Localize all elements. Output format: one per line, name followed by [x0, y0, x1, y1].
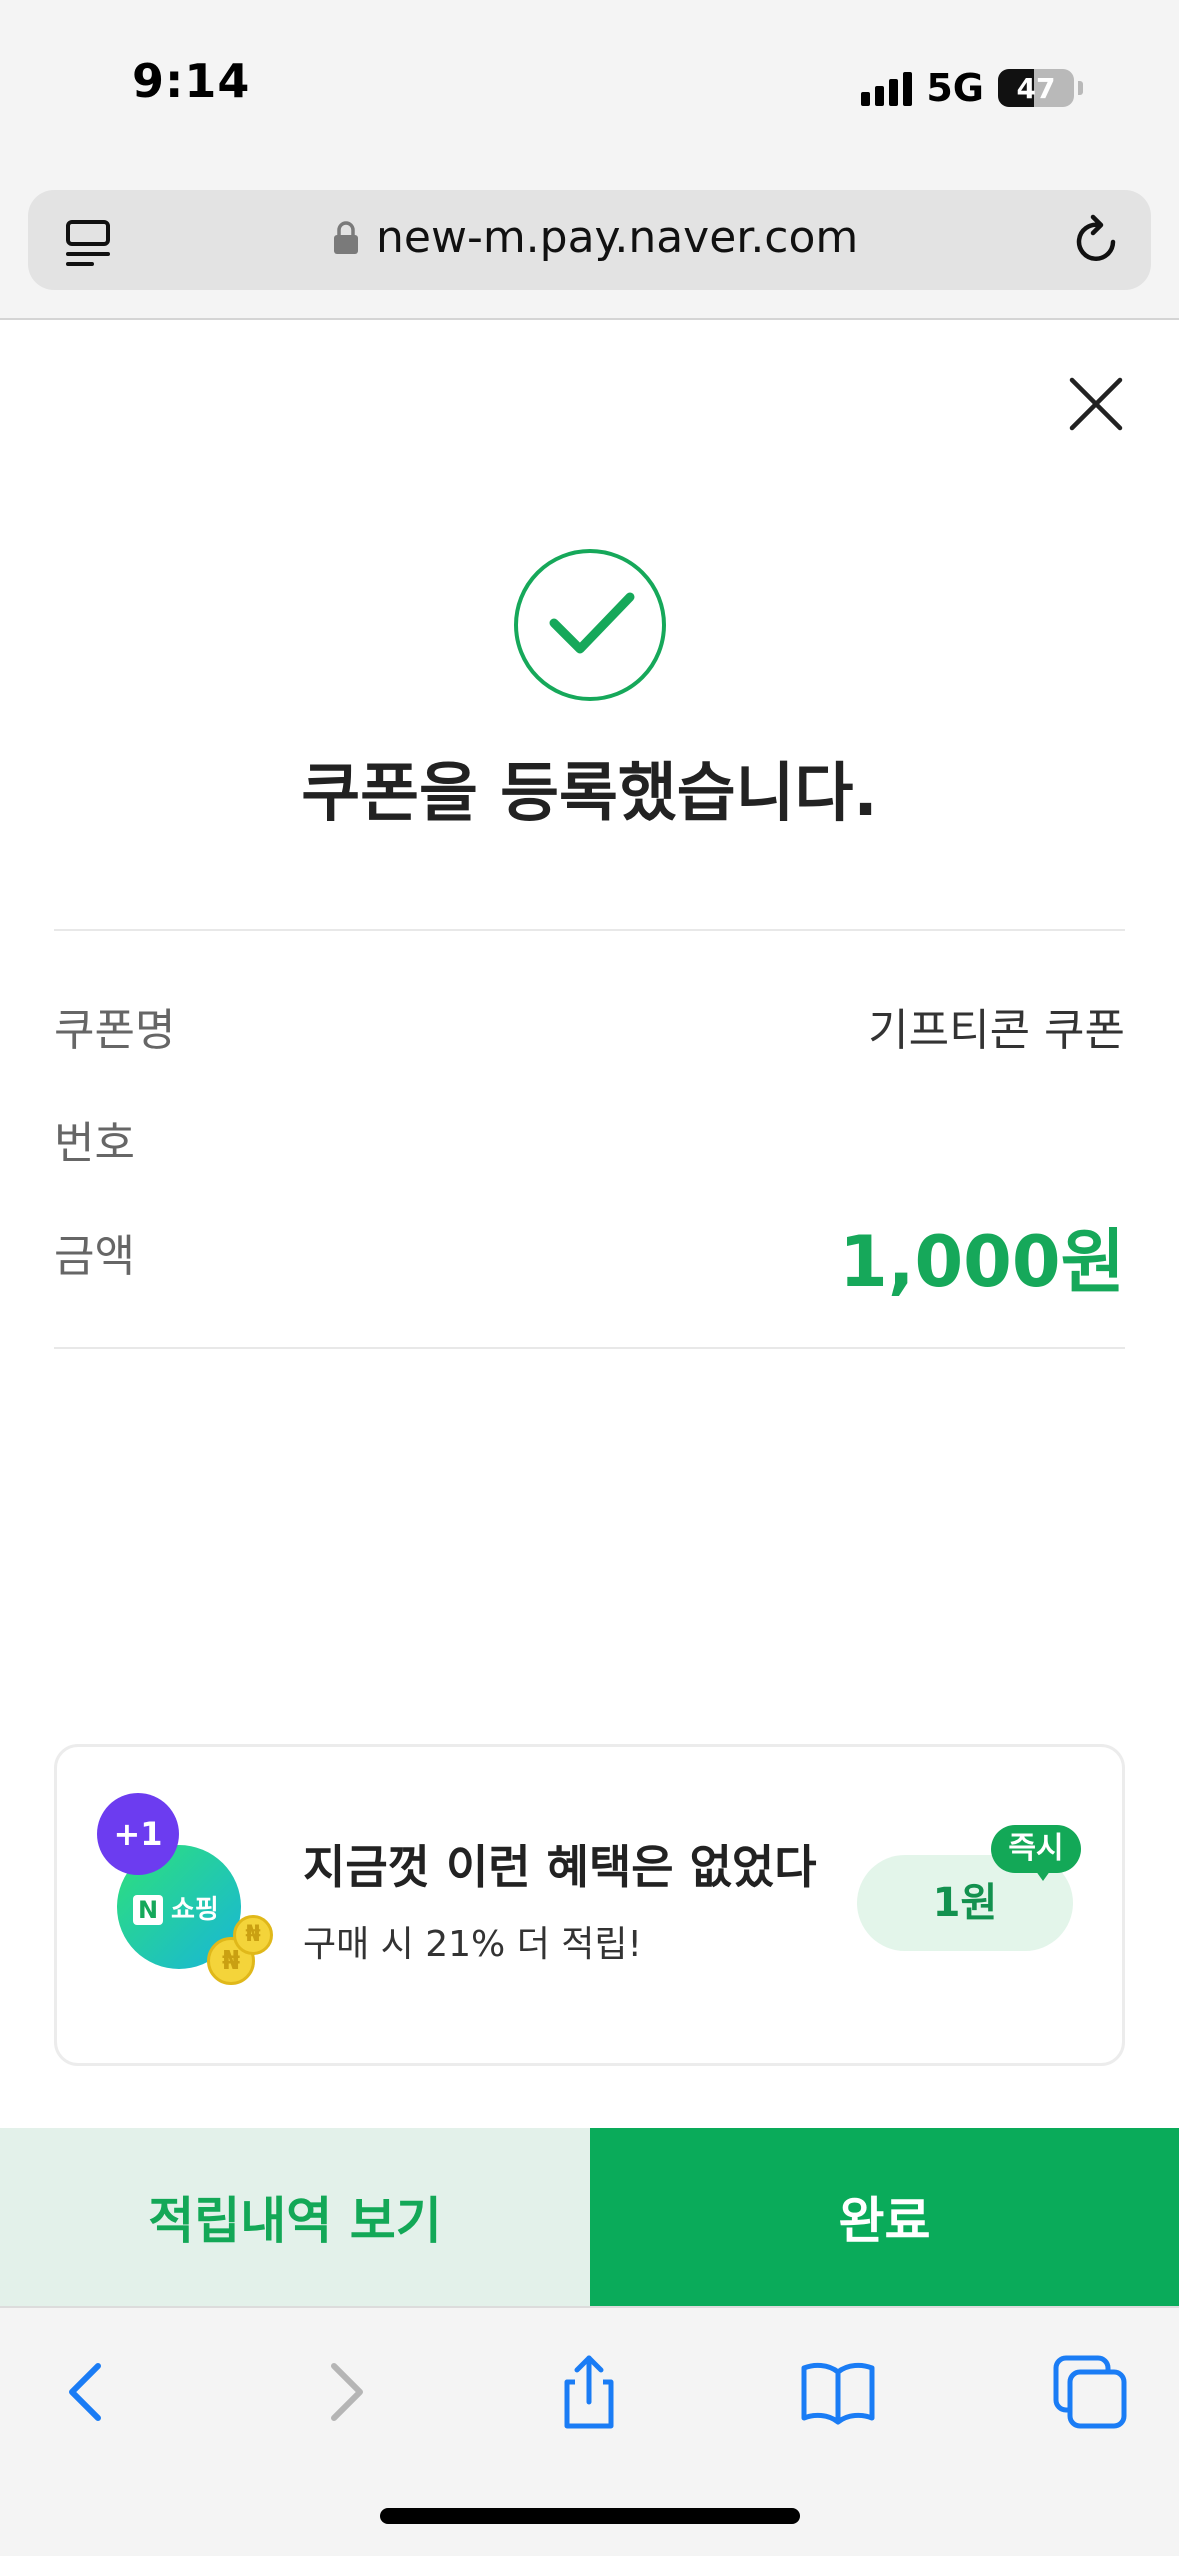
- shopping-promo-illustration: N 쇼핑 +1 ₦ ₦: [97, 1793, 273, 1993]
- lock-icon: [334, 221, 358, 254]
- coupon-name-value: 기프티콘 쿠폰: [868, 1005, 1125, 1056]
- home-indicator: [380, 2508, 800, 2524]
- success-check-icon: [514, 549, 666, 701]
- promo-banner[interactable]: N 쇼핑 +1 ₦ ₦ 지금껏 이런 혜택은 없었다 구매 시 21% 더 적립!…: [54, 1744, 1125, 2066]
- battery-icon: 47: [998, 69, 1074, 107]
- network-type: 5G: [926, 66, 984, 110]
- coupon-name-label: 쿠폰명: [54, 1005, 176, 1056]
- promo-title: 지금껏 이런 혜택은 없었다: [303, 1840, 817, 1894]
- instant-badge-tail: [1033, 1867, 1053, 1881]
- amount-label: 금액: [54, 1231, 135, 1282]
- divider-top: [54, 929, 1125, 931]
- status-time: 9:14: [132, 54, 251, 108]
- naver-shopping-logo: N 쇼핑: [133, 1889, 219, 1926]
- reader-mode-icon[interactable]: [62, 216, 116, 270]
- checkmark-icon: [549, 592, 635, 654]
- coin-icon-small: ₦: [233, 1915, 273, 1955]
- signal-icon: [861, 70, 913, 106]
- address-bar[interactable]: new-m.pay.naver.com: [28, 190, 1151, 290]
- plus-one-badge: +1: [97, 1793, 179, 1875]
- amount-value: 1,000원: [839, 1221, 1125, 1303]
- forward-icon[interactable]: [304, 2352, 384, 2432]
- promo-subtitle: 구매 시 21% 더 적립!: [303, 1924, 642, 1965]
- back-icon[interactable]: [48, 2352, 128, 2432]
- view-history-button[interactable]: 적립내역 보기: [0, 2128, 590, 2306]
- bookmarks-icon[interactable]: [798, 2352, 878, 2432]
- battery-percent: 47: [1016, 72, 1056, 105]
- battery-tip: [1078, 81, 1083, 95]
- divider-bottom: [54, 1347, 1125, 1349]
- tabs-icon[interactable]: [1050, 2352, 1130, 2432]
- result-title: 쿠폰을 등록했습니다.: [301, 757, 878, 831]
- done-button[interactable]: 완료: [590, 2128, 1179, 2306]
- share-icon[interactable]: [549, 2352, 629, 2432]
- browser-chrome: 9:14 5G 47 new-m.pay.naver.com: [0, 0, 1179, 320]
- status-indicators: 5G 47: [861, 62, 1083, 114]
- url-text[interactable]: new-m.pay.naver.com: [376, 212, 858, 263]
- instant-badge: 즉시: [991, 1825, 1081, 1873]
- close-icon[interactable]: [1064, 372, 1128, 436]
- reload-icon[interactable]: [1069, 212, 1125, 268]
- coupon-number-label: 번호: [54, 1118, 135, 1169]
